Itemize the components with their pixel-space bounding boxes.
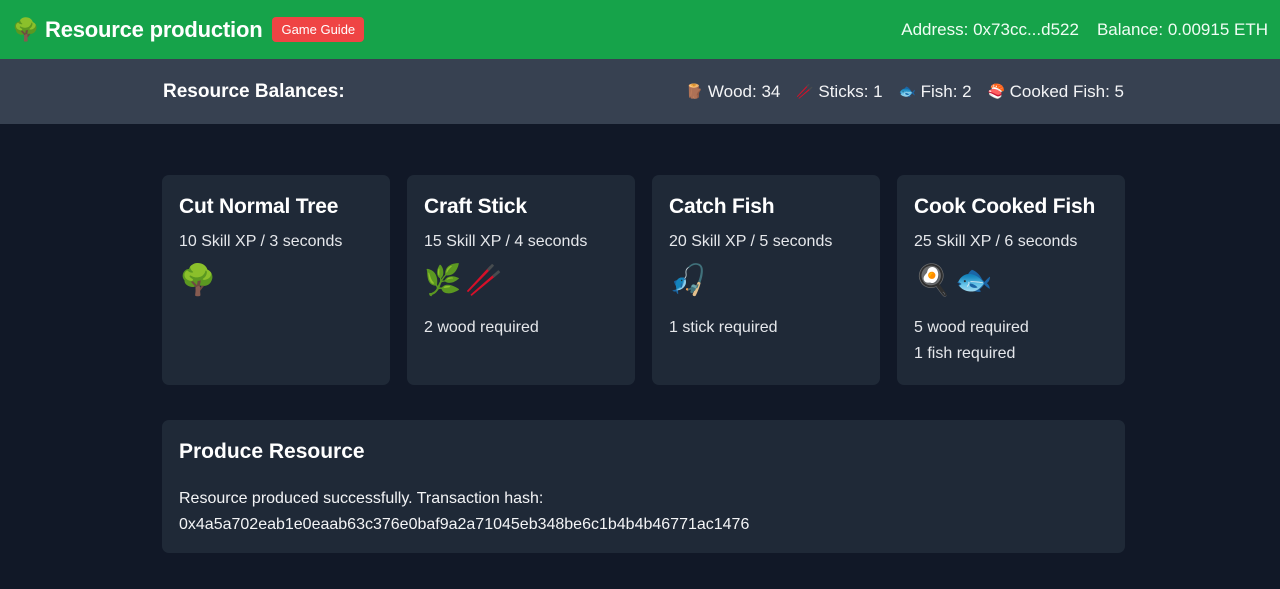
balance-sticks-text: Sticks: 1 — [818, 81, 883, 101]
fish-icon: 🐟 — [898, 83, 917, 99]
card-title: Craft Stick — [424, 195, 527, 218]
tree-icon: 🌳 — [179, 264, 217, 297]
card-requirements: 5 wood required 1 fish required — [914, 315, 1108, 367]
wood-icon: 🪵 — [685, 83, 704, 99]
wallet-balance: Balance: 0.00915 ETH — [1096, 19, 1268, 39]
card-requirements: 1 stick required — [669, 315, 863, 341]
card-catch-fish[interactable]: Catch Fish 20 Skill XP / 5 seconds 🎣 1 s… — [652, 175, 880, 385]
balance-wood: 🪵 Wood: 34 — [686, 82, 780, 102]
requirement: 2 wood required — [424, 319, 539, 336]
game-guide-button[interactable]: Game Guide — [272, 17, 365, 42]
tree-logo-icon: 🌳 — [12, 16, 40, 42]
wallet-info: Address: 0x73cc...d522 Balance: 0.00915 … — [901, 20, 1268, 40]
card-requirements: 2 wood required — [424, 315, 618, 341]
resource-balances-title: Resource Balances: — [163, 80, 345, 102]
frying-pan-icon: 🍳 — [914, 264, 952, 297]
card-icons: 🍳 🐟 — [914, 261, 1108, 301]
requirement: 1 fish required — [914, 345, 1016, 362]
requirement: 5 wood required — [914, 319, 1029, 336]
card-xp: 10 Skill XP / 3 seconds — [179, 233, 343, 250]
produce-resource-panel: Produce Resource Resource produced succe… — [162, 420, 1125, 553]
requirement: 1 stick required — [669, 319, 778, 336]
resource-balances-bar: Resource Balances: 🪵 Wood: 34 🥢 Sticks: … — [0, 59, 1280, 124]
top-header: 🌳 Resource production Game Guide Address… — [0, 0, 1280, 59]
app-title: Resource production — [45, 16, 263, 42]
resource-balance-list: 🪵 Wood: 34 🥢 Sticks: 1 🐟 Fish: 2 🍣 Cooke… — [670, 82, 1124, 102]
balance-fish-text: Fish: 2 — [920, 81, 972, 101]
balance-cooked-fish-text: Cooked Fish: 5 — [1009, 81, 1124, 101]
card-icons: 🎣 — [669, 261, 863, 301]
balance-fish: 🐟 Fish: 2 — [899, 82, 972, 102]
produce-status-message: Resource produced successfully. Transact… — [179, 486, 1108, 538]
card-title: Cook Cooked Fish — [914, 195, 1096, 218]
card-xp: 20 Skill XP / 5 seconds — [669, 233, 833, 250]
card-cook-cooked-fish[interactable]: Cook Cooked Fish 25 Skill XP / 6 seconds… — [897, 175, 1125, 385]
brand: 🌳 Resource production Game Guide — [12, 16, 365, 43]
herb-icon: 🌿 — [424, 264, 462, 297]
chopsticks-icon: 🥢 — [465, 264, 503, 297]
card-cut-normal-tree[interactable]: Cut Normal Tree 10 Skill XP / 3 seconds … — [162, 175, 390, 385]
cooked-fish-icon: 🍣 — [987, 83, 1006, 99]
card-icons: 🌳 — [179, 261, 373, 301]
balance-cooked-fish: 🍣 Cooked Fish: 5 — [988, 82, 1124, 102]
status-line: Resource produced successfully. Transact… — [179, 490, 544, 507]
card-craft-stick[interactable]: Craft Stick 15 Skill XP / 4 seconds 🌿 🥢 … — [407, 175, 635, 385]
produce-resource-title: Produce Resource — [179, 440, 365, 463]
card-title: Cut Normal Tree — [179, 195, 339, 218]
card-icons: 🌿 🥢 — [424, 261, 618, 301]
balance-wood-text: Wood: 34 — [707, 81, 781, 101]
sticks-icon: 🥢 — [796, 83, 814, 99]
action-cards: Cut Normal Tree 10 Skill XP / 3 seconds … — [162, 175, 1125, 385]
fish-icon: 🐟 — [955, 264, 993, 297]
wallet-address: Address: 0x73cc...d522 — [901, 19, 1079, 39]
card-title: Catch Fish — [669, 195, 775, 218]
transaction-hash: 0x4a5a702eab1e0eaab63c376e0baf9a2a71045e… — [179, 516, 750, 533]
fishing-pole-icon: 🎣 — [669, 264, 707, 297]
card-xp: 15 Skill XP / 4 seconds — [424, 233, 588, 250]
card-xp: 25 Skill XP / 6 seconds — [914, 233, 1078, 250]
balance-sticks: 🥢 Sticks: 1 — [796, 82, 882, 102]
